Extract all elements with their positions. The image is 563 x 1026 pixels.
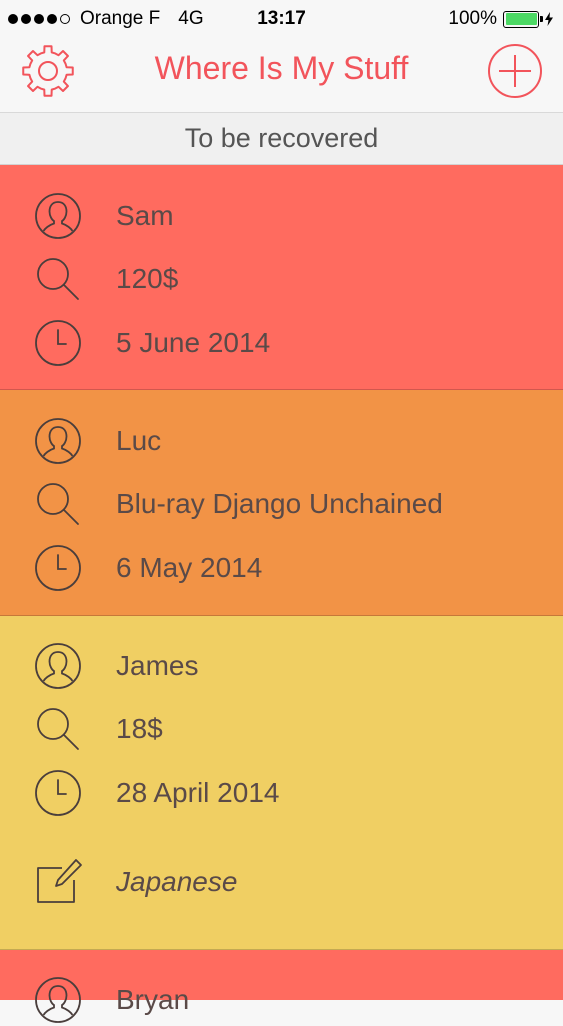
status-bar: Orange F 4G 13:17 100% [0,0,563,38]
person-row: James [0,640,563,692]
date-row: 5 June 2014 [0,317,563,369]
app-title: Where Is My Stuff [154,50,409,86]
object-label: 120$ [116,263,179,294]
date-label: 28 April 2014 [116,777,280,808]
person-icon [32,190,84,242]
magnifier-icon [32,253,84,305]
plus-circle-icon [488,44,542,98]
person-row: Bryan [0,974,563,1026]
object-row: 18$ [0,703,563,755]
person-icon [32,415,84,467]
note-label: Japanese [116,866,238,897]
person-name: Luc [116,425,162,456]
clock-icon [32,542,84,594]
object-row: 120$ [0,253,563,305]
person-name: Sam [116,200,174,231]
date-row: 6 May 2014 [0,542,563,594]
item-card-bryan[interactable]: Bryan [0,950,563,1000]
person-row: Sam [0,190,563,242]
charging-bolt-icon [545,12,553,26]
object-label: Blu-ray Django Unchained [116,488,443,519]
object-row: Blu-ray Django Unchained [0,478,563,530]
item-card-sam[interactable]: Sam 120$ 5 June 2014 [0,165,563,390]
person-row: Luc [0,415,563,467]
navigation-bar: Where Is My Stuff [0,38,563,112]
clock-icon [32,767,84,819]
magnifier-icon [32,478,84,530]
battery-group: 100% [448,8,553,30]
note-icon [32,856,84,908]
battery-percent: 100% [448,8,497,29]
section-header: To be recovered [0,112,563,165]
date-label: 5 June 2014 [116,327,271,358]
item-card-james[interactable]: James 18$ 28 April 2014 Japanese [0,616,563,950]
magnifier-icon [32,703,84,755]
person-icon [32,974,84,1026]
person-name: Bryan [116,984,190,1015]
object-label: 18$ [116,713,163,744]
date-row: 28 April 2014 [0,767,563,819]
add-item-button[interactable] [485,41,545,101]
date-label: 6 May 2014 [116,552,263,583]
clock-icon [32,317,84,369]
person-icon [32,640,84,692]
battery-icon [503,10,543,28]
item-card-luc[interactable]: Luc Blu-ray Django Unchained 6 May 2014 [0,390,563,616]
note-row: Japanese [0,856,563,908]
person-name: James [116,650,199,681]
